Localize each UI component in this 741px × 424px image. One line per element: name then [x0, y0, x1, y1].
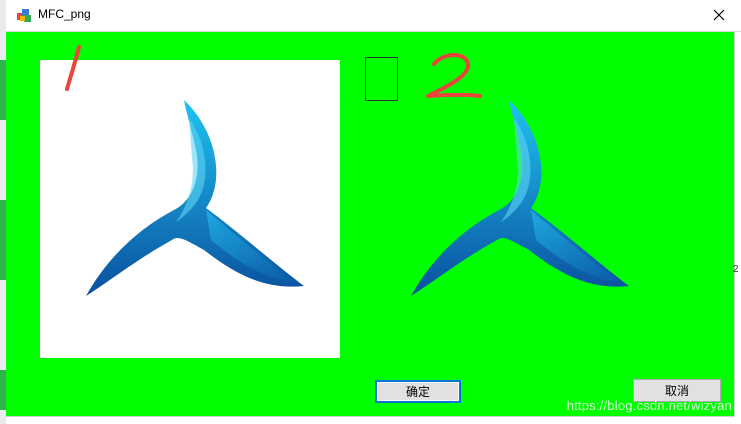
blade-logo-image [86, 100, 304, 296]
handwritten-mark-2 [426, 53, 482, 98]
close-button[interactable] [697, 0, 741, 31]
close-icon [713, 6, 725, 25]
handwritten-mark-1 [65, 45, 81, 91]
blade-logo-transparent-image [411, 100, 629, 296]
ok-button[interactable]: 确定 [375, 380, 461, 403]
edge-text: 2 [733, 264, 739, 275]
picture-control-white [40, 60, 340, 358]
mfc-app-icon [16, 7, 32, 23]
watermark-text: https://blog.csdn.net/wizyan [566, 398, 732, 413]
mfc-dialog-window: MFC_png 确定 取消 https://blog.csdn.net/wizy… [0, 0, 741, 424]
dialog-client-area: 1 2 确定 取消 https://blog.csdn.net/ [6, 32, 735, 417]
title-bar[interactable]: MFC_png [6, 0, 741, 32]
window-title: MFC_png [38, 7, 91, 21]
empty-picture-frame [365, 57, 398, 101]
